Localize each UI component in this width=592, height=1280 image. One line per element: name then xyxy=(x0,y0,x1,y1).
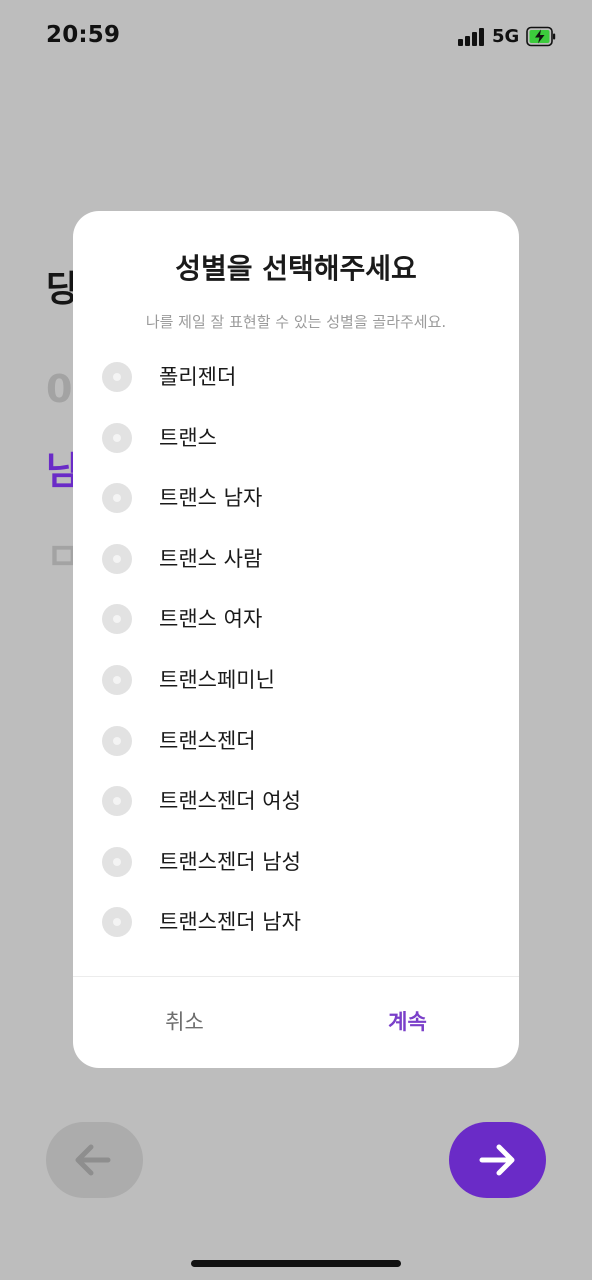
radio-dot-icon xyxy=(113,554,121,563)
gender-option-label: 트랜스 여자 xyxy=(159,607,263,632)
radio-dot-icon xyxy=(113,433,121,442)
cancel-button[interactable]: 취소 xyxy=(73,977,296,1068)
radio-button[interactable] xyxy=(102,664,132,695)
network-label: 5G xyxy=(492,26,520,47)
radio-dot-icon xyxy=(113,918,121,927)
home-indicator xyxy=(191,1260,401,1267)
radio-button[interactable] xyxy=(102,362,132,392)
gender-option[interactable]: 트랜스젠더 남성 xyxy=(73,831,519,892)
gender-select-modal: 성별을 선택해주세요 나를 제일 잘 표현할 수 있는 성별을 골라주세요. 폴… xyxy=(73,211,519,1068)
gender-option-label: 트랜스젠더 남성 xyxy=(159,849,301,874)
gender-option[interactable]: 트랜스젠더 xyxy=(73,710,519,771)
modal-subtitle: 나를 제일 잘 표현할 수 있는 성별을 골라주세요. xyxy=(145,313,447,331)
gender-option[interactable]: 트랜스 사람 xyxy=(73,528,519,589)
radio-button[interactable] xyxy=(102,483,132,514)
gender-option[interactable]: 폴리젠더 xyxy=(73,346,519,407)
radio-button[interactable] xyxy=(102,786,132,817)
radio-dot-icon xyxy=(113,373,121,381)
gender-option-label: 트랜스 xyxy=(159,425,217,450)
radio-button[interactable] xyxy=(102,604,132,635)
gender-option-label: 트랜스젠더 남자 xyxy=(159,910,301,935)
next-button[interactable] xyxy=(449,1122,546,1198)
gender-option-label: 트랜스젠더 여성 xyxy=(159,789,301,814)
continue-button[interactable]: 계속 xyxy=(296,977,519,1068)
radio-dot-icon xyxy=(113,797,121,806)
back-button[interactable] xyxy=(46,1122,143,1198)
modal-title: 성별을 선택해주세요 xyxy=(175,252,417,285)
background-number: 0 xyxy=(46,367,73,411)
radio-dot-icon xyxy=(113,675,121,684)
gender-option[interactable]: 트랜스페미닌 xyxy=(73,649,519,710)
signal-icon xyxy=(458,28,486,46)
radio-button[interactable] xyxy=(102,543,132,574)
arrow-left-icon xyxy=(75,1144,111,1176)
gender-option[interactable]: 트랜스 남자 xyxy=(73,467,519,528)
radio-button[interactable] xyxy=(102,725,132,756)
gender-option[interactable]: 트랜스 여자 xyxy=(73,588,519,649)
status-time: 20:59 xyxy=(46,22,121,48)
arrow-right-icon xyxy=(479,1144,515,1176)
status-bar: 20:59 5G xyxy=(0,0,592,76)
radio-dot-icon xyxy=(113,494,121,503)
gender-option[interactable]: 트랜스젠더 여성 xyxy=(73,770,519,831)
radio-dot-icon xyxy=(113,736,121,745)
radio-dot-icon xyxy=(113,615,121,624)
gender-option-list: 폴리젠더 트랜스 트랜스 남자 트랜스 사람 트랜스 여자 트랜스페미닌 트랜스… xyxy=(73,346,519,952)
gender-option[interactable]: 트랜스 xyxy=(73,407,519,468)
gender-option-label: 폴리젠더 xyxy=(159,365,237,389)
gender-option[interactable]: 트랜스젠더 남자 xyxy=(73,891,519,952)
gender-option-label: 트랜스 사람 xyxy=(159,546,263,571)
gender-option-label: 트랜스 남자 xyxy=(159,486,263,511)
radio-dot-icon xyxy=(113,857,121,866)
radio-button[interactable] xyxy=(102,422,132,453)
radio-button[interactable] xyxy=(102,907,132,938)
gender-option-label: 트랜스페미닌 xyxy=(159,667,275,692)
gender-option-label: 트랜스젠더 xyxy=(159,728,256,753)
battery-charging-icon xyxy=(526,26,556,47)
radio-button[interactable] xyxy=(102,846,132,877)
